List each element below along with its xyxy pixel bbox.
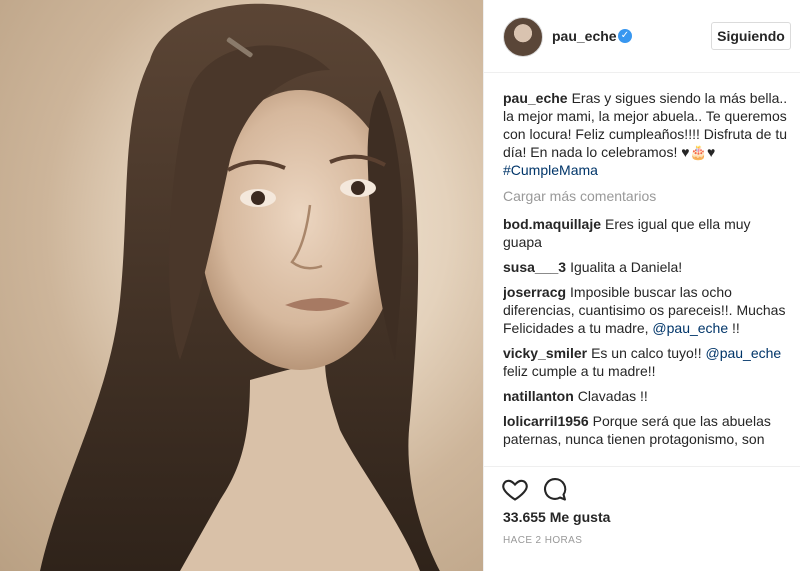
avatar[interactable]: [503, 17, 543, 57]
post-sidebar: pau_eche ✓ Siguiendo pau_eche Eras y sigu…: [483, 0, 800, 571]
caption-hashtag[interactable]: #CumpleMama: [503, 162, 598, 178]
comment-text: Es un calco tuyo!!: [591, 345, 706, 361]
following-button[interactable]: Siguiendo: [711, 22, 791, 50]
comment-item: bod.maquillaje Eres igual que ella muy gu…: [503, 215, 793, 251]
load-more-comments-link[interactable]: Cargar más comentarios: [503, 187, 793, 205]
comment-item: joserracg Imposible buscar las ocho difer…: [503, 283, 793, 337]
caption: pau_eche Eras y sigues siendo la más bell…: [503, 89, 793, 179]
comment-text: Clavadas !!: [577, 388, 648, 404]
comment-username[interactable]: joserracg: [503, 284, 566, 300]
caption-username[interactable]: pau_eche: [503, 90, 568, 106]
comment-username[interactable]: bod.maquillaje: [503, 216, 601, 232]
portrait-illustration: [40, 3, 440, 571]
comment-username[interactable]: lolicarril1956: [503, 413, 589, 429]
post-header: pau_eche ✓ Siguiendo: [484, 0, 800, 73]
comment-text: Igualita a Daniela!: [570, 259, 683, 275]
post-actions: 33.655 Me gusta HACE 2 HORAS: [484, 466, 800, 572]
caption-emoji: ♥🎂♥: [681, 144, 716, 160]
comment-mention-link[interactable]: @pau_eche: [652, 320, 728, 336]
comment-username[interactable]: susa___3: [503, 259, 566, 275]
verified-badge-icon: ✓: [618, 29, 632, 43]
comment-text-after: feliz cumple a tu madre!!: [503, 363, 656, 379]
speech-bubble-icon[interactable]: [541, 475, 569, 503]
comment-text-after: !!: [728, 320, 740, 336]
likes-count[interactable]: 33.655 Me gusta: [503, 509, 610, 525]
post-timestamp: HACE 2 HORAS: [503, 535, 583, 546]
heart-icon[interactable]: [501, 475, 529, 503]
comment-mention-link[interactable]: @pau_eche: [705, 345, 781, 361]
comment-username[interactable]: natillanton: [503, 388, 574, 404]
comment-item: natillanton Clavadas !!: [503, 387, 793, 405]
comment-item: lolicarril1956 Porque será que las abuela…: [503, 412, 793, 448]
comment-item: vicky_smiler Es un calco tuyo!! @pau_eche…: [503, 344, 793, 380]
post-photo[interactable]: [0, 0, 483, 571]
comment-username[interactable]: vicky_smiler: [503, 345, 587, 361]
author-username[interactable]: pau_eche: [552, 28, 617, 44]
comment-item: susa___3 Igualita a Daniela!: [503, 258, 793, 276]
post-viewer: pau_eche ✓ Siguiendo pau_eche Eras y sigu…: [0, 0, 800, 571]
comments-list[interactable]: pau_eche Eras y sigues siendo la más bell…: [503, 89, 793, 467]
